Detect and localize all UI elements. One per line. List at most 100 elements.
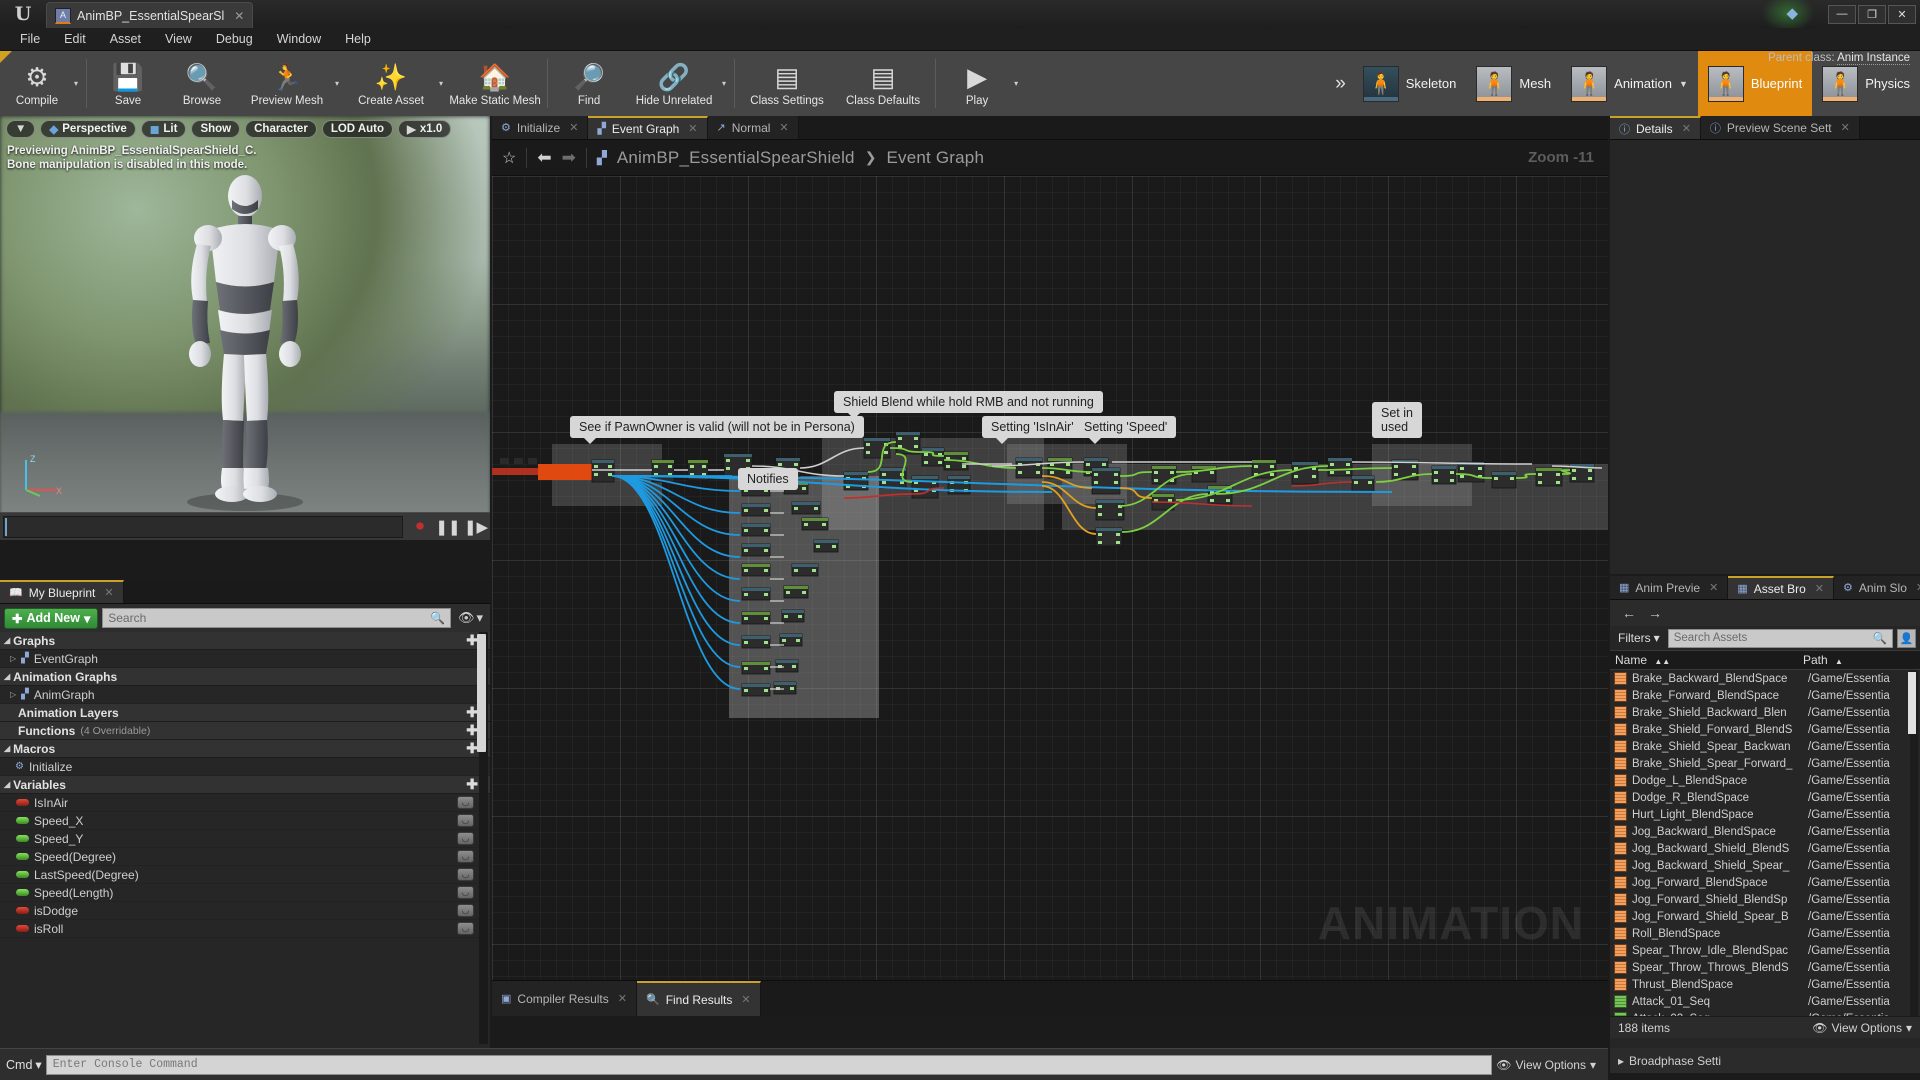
browse-button[interactable]: 🔍 Browse: [165, 51, 239, 116]
menu-item-edit[interactable]: Edit: [52, 28, 98, 51]
expand-triangle-icon[interactable]: ◢: [4, 744, 10, 753]
my-blueprint-scrollbar-thumb[interactable]: [477, 634, 486, 752]
my-blueprint-scrollbar-track[interactable]: [479, 632, 488, 1044]
pause-button[interactable]: ❚❚: [434, 518, 462, 536]
nav-back-icon[interactable]: ←: [1622, 605, 1636, 621]
graph-canvas[interactable]: ANIMATION See if PawnOwner is valid (wil…: [492, 176, 1608, 980]
forward-arrow-icon[interactable]: ➡: [562, 148, 576, 168]
asset-row[interactable]: Attack_02_Seq/Game/Essentia: [1610, 1010, 1920, 1016]
asset-row[interactable]: Jog_Forward_Shield_Spear_B/Game/Essentia: [1610, 908, 1920, 925]
menu-item-file[interactable]: File: [8, 28, 52, 51]
asset-row[interactable]: Hurt_Light_BlendSpace/Game/Essentia: [1610, 806, 1920, 823]
chevron-down-icon[interactable]: ▼: [1679, 79, 1688, 89]
asset-row[interactable]: Brake_Shield_Forward_BlendS/Game/Essenti…: [1610, 721, 1920, 738]
tab-normal[interactable]: ↗ Normal ✕: [708, 116, 799, 139]
close-icon[interactable]: ✕: [618, 992, 627, 1005]
mb-variable-row[interactable]: IsInAir ◡: [0, 794, 490, 812]
close-icon[interactable]: ✕: [104, 586, 113, 599]
breadcrumb-leaf[interactable]: Event Graph: [886, 148, 984, 168]
visibility-toggle-icon[interactable]: ◡: [457, 868, 474, 881]
tab-my-blueprint[interactable]: 📖 My Blueprint ✕: [0, 580, 124, 603]
add-new-button[interactable]: ✚ Add New ▾: [4, 608, 98, 629]
maximize-button[interactable]: ❐: [1858, 5, 1886, 24]
timeline-scrubber[interactable]: [3, 516, 403, 538]
column-header-path[interactable]: Path ▲: [1798, 653, 1920, 667]
mb-variable-row[interactable]: LastSpeed(Degree) ◡: [0, 866, 490, 884]
preview-viewport[interactable]: ▼ ◆ Perspective ◼ Lit Show Character LOD Auto ▶ x…: [0, 116, 490, 540]
mb-variable-row[interactable]: isRoll ◡: [0, 920, 490, 938]
viewport-character-button[interactable]: Character: [245, 120, 317, 138]
step-forward-button[interactable]: ❚▶: [462, 518, 490, 536]
chevron-down-icon[interactable]: ▾: [1014, 79, 1022, 88]
back-arrow-icon[interactable]: ⬅: [537, 148, 551, 168]
viewport-lod-auto-button[interactable]: LOD Auto: [322, 120, 393, 138]
class-defaults-button[interactable]: ▤ Class Defaults: [835, 51, 931, 116]
save-button[interactable]: 💾 Save: [91, 51, 165, 116]
parent-class-value[interactable]: Anim Instance: [1837, 52, 1910, 65]
asset-list-scrollbar-thumb[interactable]: [1908, 672, 1916, 734]
visibility-toggle-icon[interactable]: ◡: [457, 922, 474, 935]
graph-comment[interactable]: Setting 'Speed': [1075, 416, 1176, 438]
graph-comment[interactable]: Setting 'IsInAir': [982, 416, 1083, 438]
close-icon[interactable]: ✕: [1709, 581, 1718, 594]
make-static-mesh-button[interactable]: 🏠 Make Static Mesh: [447, 51, 543, 116]
menu-item-window[interactable]: Window: [265, 28, 333, 51]
tab-anim-slo[interactable]: ⚙ Anim Slo ✕: [1834, 576, 1920, 599]
mb-category-animation-layers[interactable]: Animation Layers ✚: [0, 704, 490, 722]
my-blueprint-search-input[interactable]: Search 🔍: [102, 608, 451, 628]
mb-variable-row[interactable]: isDodge ◡: [0, 902, 490, 920]
tab-initialize[interactable]: ⚙ Initialize ✕: [492, 116, 588, 139]
mb-item-eventgraph[interactable]: ▷ ▞ EventGraph: [0, 650, 490, 668]
asset-row[interactable]: Jog_Forward_BlendSpace/Game/Essentia: [1610, 874, 1920, 891]
graph-comment[interactable]: Notifies: [738, 468, 798, 490]
visibility-options-button[interactable]: 👁 ▾: [455, 610, 486, 626]
mb-category-graphs[interactable]: ◢ Graphs ✚: [0, 632, 490, 650]
asset-row[interactable]: Spear_Throw_Throws_BlendS/Game/Essentia: [1610, 959, 1920, 976]
viewport-perspective-button[interactable]: ◆ Perspective: [40, 120, 135, 138]
viewport-lit-button[interactable]: ◼ Lit: [141, 120, 187, 138]
tab-asset-bro[interactable]: ▦ Asset Bro ✕: [1728, 576, 1834, 599]
asset-row[interactable]: Thrust_BlendSpace/Game/Essentia: [1610, 976, 1920, 993]
asset-list[interactable]: Brake_Backward_BlendSpace/Game/Essentia B…: [1610, 670, 1920, 1016]
preview-mesh-button[interactable]: 🏃 Preview Mesh: [239, 51, 335, 116]
asset-row[interactable]: Dodge_R_BlendSpace/Game/Essentia: [1610, 789, 1920, 806]
mode-button-mesh[interactable]: 🧍 Mesh: [1466, 51, 1561, 116]
record-button[interactable]: ⏺: [406, 518, 434, 536]
visibility-toggle-icon[interactable]: ◡: [457, 904, 474, 917]
asset-search-input[interactable]: Search Assets 🔍: [1668, 629, 1893, 648]
cmd-mode-dropdown[interactable]: Cmd ▾: [6, 1057, 42, 1072]
mb-category-functions[interactable]: Functions (4 Overridable) ✚: [0, 722, 490, 740]
mb-category-macros[interactable]: ◢ Macros ✚: [0, 740, 490, 758]
close-icon[interactable]: ✕: [1682, 122, 1691, 135]
asset-row[interactable]: Brake_Shield_Backward_Blen/Game/Essentia: [1610, 704, 1920, 721]
graph-comment[interactable]: Shield Blend while hold RMB and not runn…: [834, 391, 1103, 413]
menu-item-asset[interactable]: Asset: [98, 28, 153, 51]
close-icon[interactable]: ✕: [688, 122, 697, 135]
mb-item-initialize[interactable]: ⚙ Initialize: [0, 758, 490, 776]
mb-variable-row[interactable]: Speed(Degree) ◡: [0, 848, 490, 866]
asset-list-scrollbar-track[interactable]: [1910, 670, 1918, 1016]
mode-button-skeleton[interactable]: 🧍 Skeleton: [1353, 51, 1467, 116]
close-icon[interactable]: ✕: [1916, 581, 1920, 594]
user-filter-icon[interactable]: 👤: [1897, 629, 1916, 648]
footer-tab-compiler-results[interactable]: ▣ Compiler Results ✕: [492, 981, 637, 1016]
visibility-toggle-icon[interactable]: ◡: [457, 796, 474, 809]
mb-variable-row[interactable]: Speed_Y ◡: [0, 830, 490, 848]
visibility-toggle-icon[interactable]: ◡: [457, 850, 474, 863]
tab-event-graph[interactable]: ▞ Event Graph ✕: [588, 116, 707, 139]
mb-variable-row[interactable]: Speed_X ◡: [0, 812, 490, 830]
status-view-options-button[interactable]: 👁 View Options ▾: [1496, 1058, 1602, 1072]
nav-forward-icon[interactable]: →: [1648, 605, 1662, 621]
mb-category-variables[interactable]: ◢ Variables ✚: [0, 776, 490, 794]
chevron-down-icon[interactable]: ▾: [74, 79, 82, 88]
expand-triangle-icon[interactable]: ▷: [10, 654, 16, 663]
asset-row[interactable]: Jog_Backward_BlendSpace/Game/Essentia: [1610, 823, 1920, 840]
add-icon[interactable]: ✚: [466, 776, 478, 793]
visibility-toggle-icon[interactable]: ◡: [457, 832, 474, 845]
minimize-button[interactable]: —: [1828, 5, 1856, 24]
expand-triangle-icon[interactable]: ◢: [4, 672, 10, 681]
chevron-down-icon[interactable]: ▾: [439, 79, 447, 88]
menu-item-help[interactable]: Help: [333, 28, 383, 51]
close-icon[interactable]: ✕: [1841, 121, 1850, 134]
expand-triangle-icon[interactable]: ▷: [10, 690, 16, 699]
